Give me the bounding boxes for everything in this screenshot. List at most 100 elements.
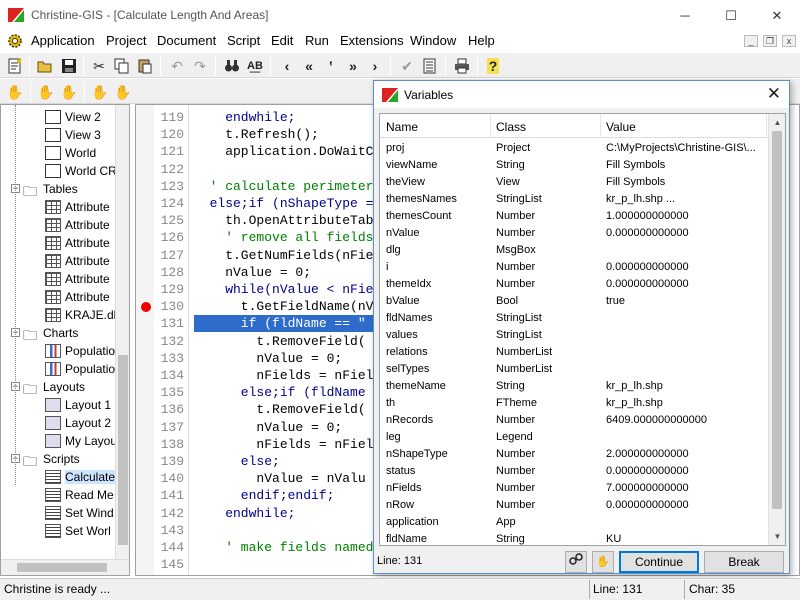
variable-row[interactable]: fldNames StringList	[380, 310, 768, 327]
menu-help[interactable]: Help	[468, 33, 495, 48]
variable-row[interactable]: i Number 0.000000000000	[380, 259, 768, 276]
last-icon[interactable]: »	[342, 55, 364, 77]
column-divider[interactable]	[600, 114, 601, 138]
column-divider[interactable]	[490, 114, 491, 138]
tree-vertical-scrollbar[interactable]	[115, 105, 129, 559]
column-header-value[interactable]: Value	[606, 120, 636, 134]
tree-item[interactable]: Set Worl	[45, 522, 111, 540]
variable-row[interactable]: th FTheme kr_p_lh.shp	[380, 395, 768, 412]
step-button[interactable]	[565, 551, 587, 573]
paste-icon[interactable]	[134, 55, 156, 77]
open-icon[interactable]	[34, 55, 56, 77]
code-line[interactable]: nFields = nFiel	[194, 436, 373, 453]
code-line[interactable]: nValue = 0;	[194, 264, 311, 281]
scrollbar-thumb[interactable]	[118, 355, 128, 545]
menu-extensions[interactable]: Extensions	[340, 33, 404, 48]
code-line[interactable]: ' calculate perimeter	[194, 178, 374, 195]
code-line[interactable]: else;if (nShapeType =	[194, 195, 374, 212]
variable-row[interactable]: nRow Number 0.000000000000	[380, 497, 768, 514]
variable-row[interactable]: values StringList	[380, 327, 768, 344]
variable-row[interactable]: dlg MsgBox	[380, 242, 768, 259]
code-line[interactable]: application.DoWaitC	[194, 143, 373, 160]
variable-row[interactable]: relations NumberList	[380, 344, 768, 361]
code-line[interactable]: t.RemoveField(	[194, 333, 365, 350]
column-divider[interactable]	[766, 114, 767, 138]
hand-stop-icon[interactable]: ✋	[58, 81, 80, 103]
check-icon[interactable]: ✔	[396, 55, 418, 77]
hand-step-icon[interactable]: ✋	[35, 81, 57, 103]
print-icon[interactable]	[451, 55, 473, 77]
code-line[interactable]: nValue = 0;	[194, 350, 342, 367]
menu-project[interactable]: Project	[106, 33, 146, 48]
variable-row[interactable]: leg Legend	[380, 429, 768, 446]
code-line[interactable]: t.Refresh();	[194, 126, 319, 143]
variable-row[interactable]: viewName String Fill Symbols	[380, 157, 768, 174]
application-gear-icon[interactable]	[7, 33, 23, 49]
menu-window[interactable]: Window	[410, 33, 456, 48]
tree-item[interactable]: World CR	[45, 162, 117, 180]
column-header-name[interactable]: Name	[386, 120, 418, 134]
tree-item[interactable]: Attribute	[45, 270, 110, 288]
replace-icon[interactable]: A͟B	[244, 55, 266, 77]
mdi-restore-button[interactable]: ❐	[763, 35, 777, 47]
scroll-up-arrow-icon[interactable]: ▲	[769, 114, 785, 131]
minimize-button[interactable]: ─	[662, 0, 708, 31]
tree-item[interactable]: Attribute	[45, 234, 110, 252]
tree-item[interactable]: View 3	[45, 126, 101, 144]
hand-grid-icon[interactable]: ✋	[89, 81, 111, 103]
code-line[interactable]: while(nValue < nFie	[194, 281, 373, 298]
tree-item[interactable]: World	[45, 144, 96, 162]
previous-icon[interactable]: ‹	[276, 55, 298, 77]
variable-row[interactable]: theView View Fill Symbols	[380, 174, 768, 191]
tree-horizontal-scrollbar[interactable]	[1, 559, 129, 575]
close-button[interactable]: ✕	[754, 0, 800, 31]
tree-item[interactable]: Populatio	[45, 360, 115, 378]
tree-item[interactable]: Calculate	[45, 468, 116, 486]
tree-item[interactable]: View 2	[45, 108, 101, 126]
column-header-class[interactable]: Class	[496, 120, 526, 134]
variables-scrollbar[interactable]: ▲ ▼	[768, 114, 785, 545]
variable-row[interactable]: themesCount Number 1.000000000000	[380, 208, 768, 225]
next-icon[interactable]: ›	[364, 55, 386, 77]
code-line[interactable]: else;if (fldName	[194, 384, 366, 401]
code-line[interactable]: ' make fields named	[194, 539, 373, 556]
variable-row[interactable]: fldName String KU	[380, 531, 768, 545]
mdi-close-button[interactable]: x	[782, 35, 796, 47]
variable-row[interactable]: themeName String kr_p_lh.shp	[380, 378, 768, 395]
menu-application[interactable]: Application	[31, 33, 95, 48]
new-script-icon[interactable]	[4, 55, 26, 77]
code-line[interactable]: else;	[194, 453, 280, 470]
variable-row[interactable]: proj Project C:\MyProjects\Christine-GIS\.…	[380, 140, 768, 157]
menu-script[interactable]: Script	[227, 33, 260, 48]
quote-icon[interactable]: ‛	[320, 55, 342, 77]
code-line[interactable]: endwhile;	[194, 109, 295, 126]
undo-icon[interactable]: ↶	[166, 55, 188, 77]
scroll-down-arrow-icon[interactable]: ▼	[769, 528, 785, 545]
tree-item[interactable]: My Layou	[45, 432, 117, 450]
menu-document[interactable]: Document	[157, 33, 216, 48]
menu-edit[interactable]: Edit	[271, 33, 293, 48]
code-line[interactable]: ' remove all fields	[194, 229, 373, 246]
save-icon[interactable]	[58, 55, 80, 77]
variable-row[interactable]: themeIdx Number 0.000000000000	[380, 276, 768, 293]
code-line[interactable]: th.OpenAttributeTab	[194, 212, 373, 229]
tree-folder[interactable]: 🗀 Scripts	[23, 450, 80, 468]
continue-button[interactable]: Continue	[619, 551, 699, 573]
hand-button[interactable]: ✋	[592, 551, 614, 573]
code-line[interactable]: t.GetNumFields(nFie	[194, 247, 373, 264]
tree-item[interactable]: Attribute	[45, 216, 110, 234]
copy-icon[interactable]	[111, 55, 133, 77]
breakpoint-margin[interactable]	[136, 105, 154, 575]
tree-folder[interactable]: 🗀 Tables	[23, 180, 78, 198]
tree-item[interactable]: KRAJE.db	[45, 306, 120, 324]
tree-folder[interactable]: 🗀 Charts	[23, 324, 78, 342]
tree-item[interactable]: Attribute	[45, 198, 110, 216]
tree-item[interactable]: Attribute	[45, 252, 110, 270]
tree-item[interactable]: Set Wind	[45, 504, 114, 522]
find-icon[interactable]	[221, 55, 243, 77]
cut-icon[interactable]: ✂	[88, 55, 110, 77]
variable-row[interactable]: nRecords Number 6409.000000000000	[380, 412, 768, 429]
menu-run[interactable]: Run	[305, 33, 329, 48]
code-line[interactable]: t.GetFieldName(nV	[194, 298, 374, 315]
variable-row[interactable]: themesNames StringList kr_p_lh.shp ...	[380, 191, 768, 208]
